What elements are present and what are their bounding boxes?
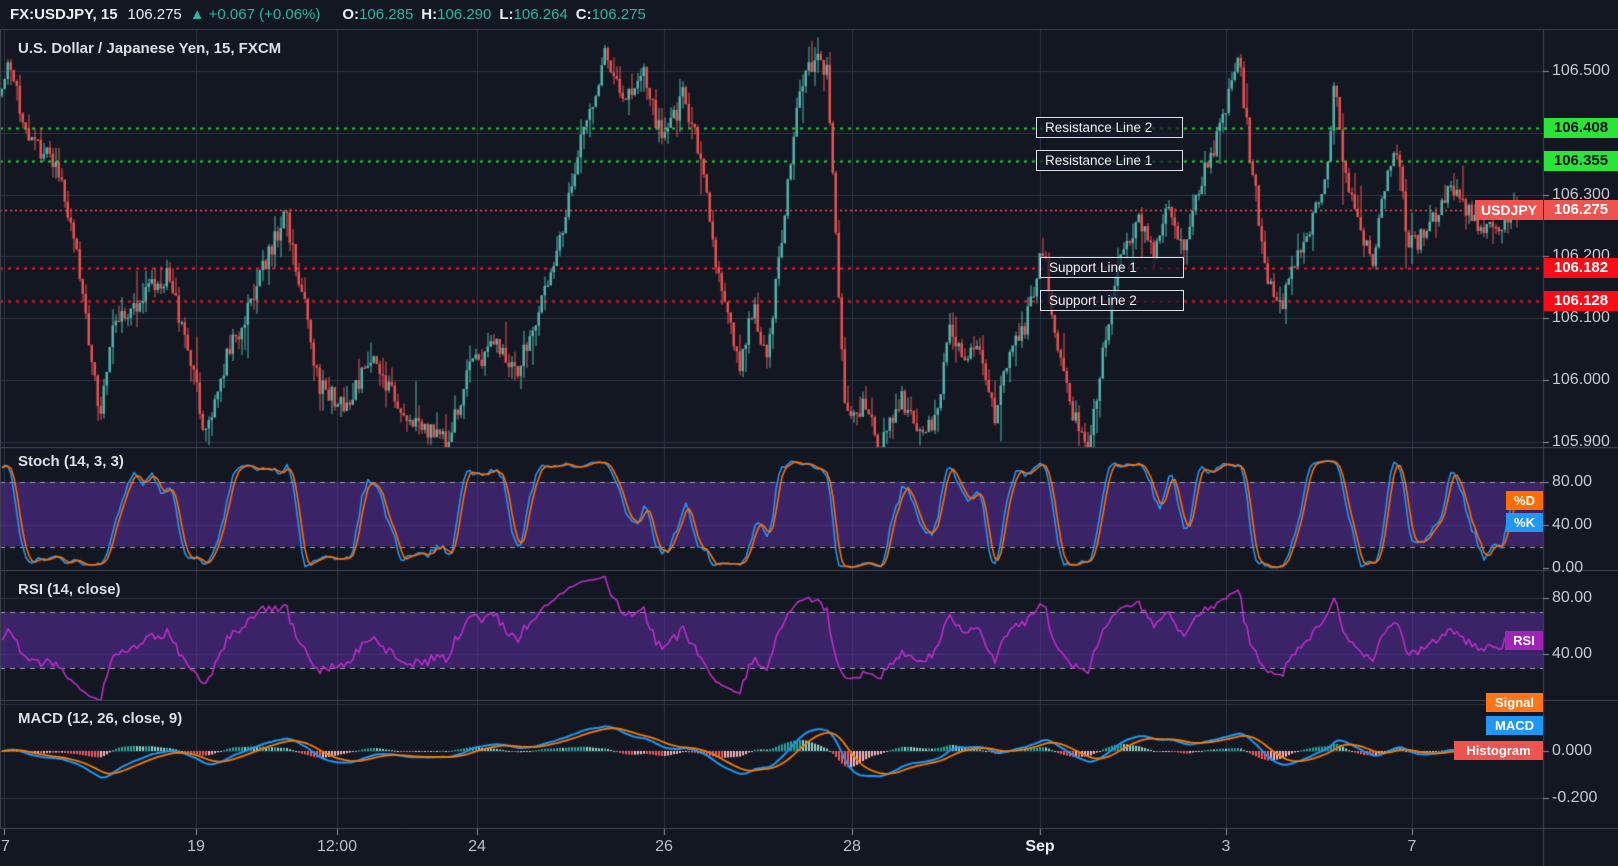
low-value: 106.264 [513,6,568,23]
stoch-axis-label: 40.00 [1552,516,1593,533]
indicator-badge-signal: Signal [1486,693,1543,712]
indicator-badge-rsi: RSI [1505,631,1543,650]
indicator-badge-d: %D [1506,491,1543,510]
pane-title-price[interactable]: U.S. Dollar / Japanese Yen, 15, FXCM [18,40,281,57]
last-price: 106.275 [127,6,182,23]
stoch-axis-label: 0.00 [1552,559,1584,576]
price-change: +0.067 (+0.06%) [208,6,321,23]
price-axis-badge: 106.355 [1544,150,1618,171]
pane-title-macd[interactable]: MACD (12, 26, close, 9) [18,710,182,727]
high-value: 106.290 [437,6,492,23]
open-value: 106.285 [359,6,414,23]
price-axis-label: 106.100 [1552,309,1610,327]
rsi-axis-label: 40.00 [1552,645,1593,662]
rsi-axis-label: 80.00 [1552,589,1593,606]
macd-axis-label: -0.200 [1552,789,1598,806]
change-arrow-icon: ▲ [189,6,205,23]
low-label: L: [499,6,514,23]
level-label[interactable]: Support Line 1 [1040,256,1184,278]
level-label[interactable]: Resistance Line 1 [1036,149,1183,171]
time-axis-label: 12:00 [316,838,358,855]
price-axis-label: 106.000 [1552,371,1610,388]
close-value: 106.275 [591,6,646,23]
current-price-symbol-badge: USDJPY [1475,200,1543,221]
indicator-badge-k: %K [1506,513,1543,532]
price-axis-badge: 106.128 [1544,290,1618,311]
open-label: O: [342,6,360,23]
chart-canvas[interactable] [0,0,1618,866]
symbol-title[interactable]: FX:USDJPY, 15 [10,6,118,23]
indicator-badge-macd: MACD [1486,716,1543,735]
time-axis-label: Sep [1025,838,1055,855]
indicator-badge-histogram: Histogram [1454,741,1543,760]
level-label[interactable]: Resistance Line 2 [1036,116,1183,138]
time-axis-label: 3 [1221,838,1231,855]
time-axis-label: 24 [468,838,486,855]
macd-axis-label: 0.000 [1552,742,1593,759]
time-axis-label: 26 [655,838,673,855]
price-axis-badge: 106.182 [1544,257,1618,278]
time-axis-label: 19 [187,838,205,855]
price-axis-badge: 106.408 [1544,117,1618,138]
level-label[interactable]: Support Line 2 [1040,289,1184,311]
trading-chart-window: FX:USDJPY, 15 106.275 ▲ +0.067 (+0.06%) … [0,0,1618,866]
stoch-axis-label: 80.00 [1552,473,1593,490]
time-axis-label: 28 [843,838,861,855]
price-axis-label: 105.900 [1552,432,1610,450]
time-axis-label: 7 [1407,838,1417,855]
pane-title-rsi[interactable]: RSI (14, close) [18,581,121,598]
ohlc-bar: FX:USDJPY, 15 106.275 ▲ +0.067 (+0.06%) … [0,0,1618,29]
time-axis-label: 7 [1,838,10,855]
close-label: C: [575,6,592,23]
high-label: H: [421,6,438,23]
pane-title-stoch[interactable]: Stoch (14, 3, 3) [18,453,124,470]
price-axis-label: 106.500 [1552,62,1610,79]
price-axis-badge: 106.275 [1544,200,1618,221]
